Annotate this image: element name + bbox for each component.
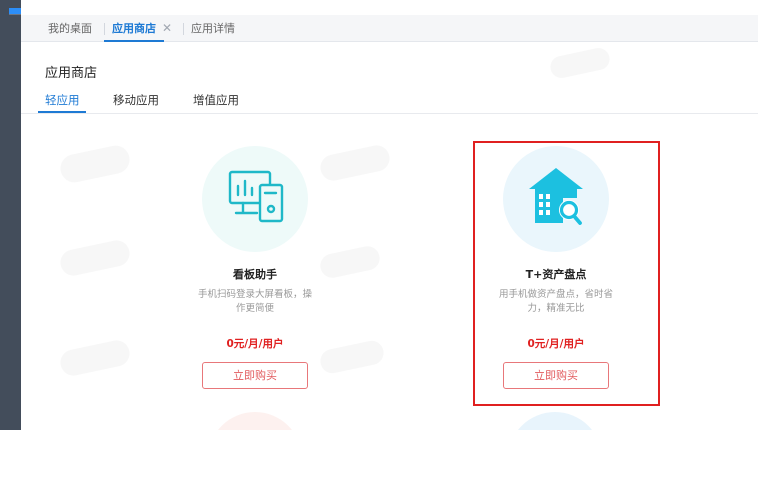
tab-label: 应用商店 <box>112 22 156 35</box>
subtab-light-apps[interactable]: 轻应用 <box>45 92 80 108</box>
tab-bar: 我的桌面 应用商店 ✕ 应用详情 <box>21 15 758 42</box>
tab-label: 我的桌面 <box>48 22 92 35</box>
buy-now-button[interactable]: 立即购买 <box>202 362 308 389</box>
app-card-icon-circle-partial <box>208 412 302 430</box>
watermark <box>57 143 133 185</box>
close-icon[interactable]: ✕ <box>162 15 172 42</box>
tab-divider <box>104 23 105 35</box>
card-description-line: 手机扫码登录大屏看板，操 <box>197 289 312 300</box>
app-card-icon-circle-partial <box>508 412 602 430</box>
tab-divider <box>183 23 184 35</box>
subtab-value-added-apps[interactable]: 增值应用 <box>193 92 239 108</box>
watermark <box>58 238 132 278</box>
active-tab-indicator <box>104 40 164 42</box>
card-price: 0元/月/用户 <box>226 338 284 350</box>
app-window: 我的桌面 应用商店 ✕ 应用详情 应用商店 轻应用 移动应用 增值应用 看板助手… <box>0 0 758 430</box>
page-title: 应用商店 <box>45 66 98 81</box>
tab-app-store[interactable]: 应用商店 ✕ <box>104 15 172 42</box>
dashboard-icon-circle <box>202 146 308 252</box>
card-description-line: 作更简便 <box>235 303 274 314</box>
dashboard-monitor-icon <box>228 170 284 223</box>
watermark <box>58 338 132 378</box>
left-sidebar <box>0 0 21 430</box>
watermark <box>548 46 612 80</box>
tab-label: 应用详情 <box>191 22 235 35</box>
subtab-divider <box>21 113 758 114</box>
tab-my-desktop[interactable]: 我的桌面 <box>48 15 92 41</box>
sidebar-divider <box>9 14 21 15</box>
highlight-box <box>473 141 660 406</box>
card-title: 看板助手 <box>233 268 277 281</box>
tab-app-details[interactable]: 应用详情 <box>191 15 235 41</box>
watermark <box>318 143 392 183</box>
subtab-mobile-apps[interactable]: 移动应用 <box>113 92 159 108</box>
card-description: 手机扫码登录大屏看板，操 作更简便 <box>193 288 317 316</box>
